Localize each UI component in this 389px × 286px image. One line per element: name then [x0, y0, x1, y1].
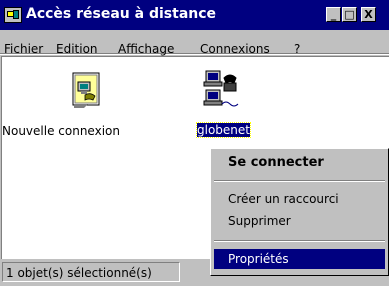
globenet-label[interactable]: globenet: [196, 122, 251, 138]
network-computer-icon: [203, 70, 239, 107]
title-bar[interactable]: Accès réseau à distance _ □ X: [0, 0, 389, 30]
close-button[interactable]: X: [361, 7, 376, 22]
menu-bar: Fichier Edition Affichage Connexions ?: [0, 31, 389, 56]
menu-help[interactable]: ?: [294, 42, 300, 56]
context-menu-create-shortcut[interactable]: Créer un raccourci: [214, 189, 385, 209]
minimize-button[interactable]: _: [326, 7, 341, 22]
context-menu-connect[interactable]: Se connecter: [214, 153, 385, 173]
maximize-button[interactable]: □: [342, 7, 357, 22]
window-title: Accès réseau à distance: [26, 6, 217, 22]
status-text: 1 objet(s) sélectionné(s): [2, 262, 180, 282]
context-menu-properties[interactable]: Propriétés: [214, 249, 385, 269]
context-menu: Se connecter Créer un raccourci Supprime…: [210, 148, 389, 276]
context-menu-delete[interactable]: Supprimer: [214, 211, 385, 231]
menu-affichage[interactable]: Affichage: [118, 42, 174, 56]
context-menu-separator: [214, 240, 385, 242]
new-connection-icon: [72, 72, 100, 108]
menu-connexions[interactable]: Connexions: [200, 42, 270, 56]
menu-edition[interactable]: Edition: [56, 42, 98, 56]
context-menu-separator: [214, 180, 385, 182]
new-connection-item[interactable]: [66, 70, 106, 110]
globenet-item[interactable]: [202, 68, 242, 112]
new-connection-label[interactable]: Nouvelle connexion: [2, 124, 120, 138]
dial-up-networking-icon[interactable]: [4, 7, 22, 23]
menu-fichier[interactable]: Fichier: [4, 42, 43, 56]
